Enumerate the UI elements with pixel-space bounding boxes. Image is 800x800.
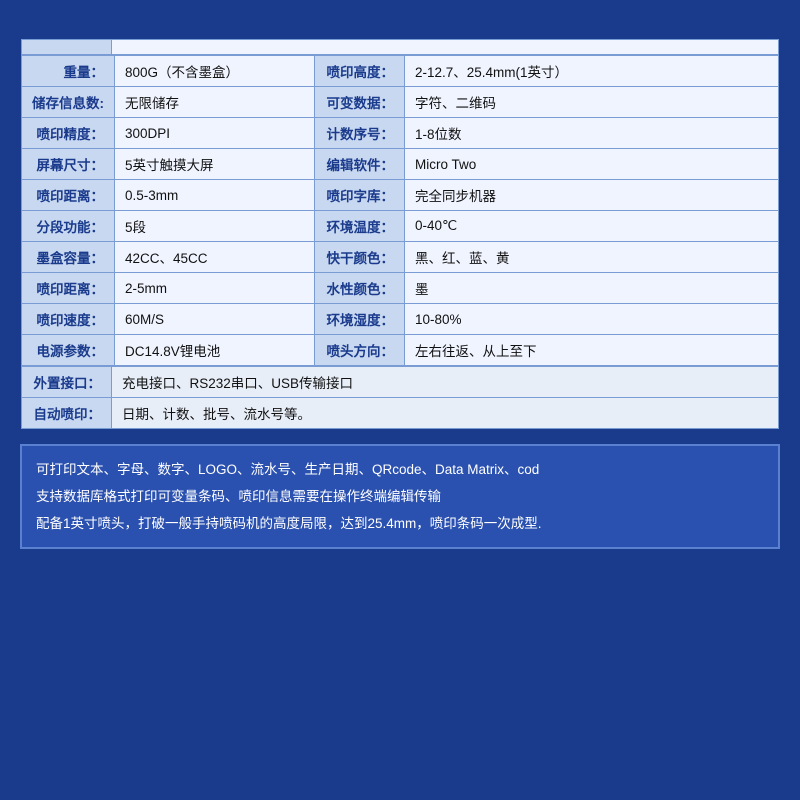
size-label <box>22 40 112 55</box>
left-value: 60M/S <box>115 304 315 335</box>
left-value: 5段 <box>115 211 315 242</box>
footer-line: 配备1英寸喷头，打破一般手持喷码机的高度局限，达到25.4mm，喷印条码一次成型… <box>36 510 764 537</box>
right-value: 2-12.7、25.4mm(1英寸） <box>405 56 779 87</box>
right-label: 喷印高度： <box>315 56 405 87</box>
table-row: 墨盒容量：42CC、45CC快干颜色：黑、红、蓝、黄 <box>22 242 779 273</box>
footer-box: 可打印文本、字母、数字、LOGO、流水号、生产日期、QRcode、Data Ma… <box>20 444 780 549</box>
right-label: 可变数据： <box>315 87 405 118</box>
table-row: 分段功能：5段环境温度：0-40℃ <box>22 211 779 242</box>
left-label: 喷印精度： <box>22 118 115 149</box>
left-value: 2-5mm <box>115 273 315 304</box>
table-row: 喷印速度：60M/S环境湿度：10-80% <box>22 304 779 335</box>
right-label: 水性颜色： <box>315 273 405 304</box>
left-label: 重量： <box>22 56 115 87</box>
table-row: 屏幕尺寸：5英寸触摸大屏编辑软件：Micro Two <box>22 149 779 180</box>
left-label: 电源参数： <box>22 335 115 366</box>
right-label: 快干颜色： <box>315 242 405 273</box>
bottom-row: 外置接口：充电接口、RS232串口、USB传输接口 <box>22 367 779 398</box>
right-value: 完全同步机器 <box>405 180 779 211</box>
bottom-row: 自动喷印：日期、计数、批号、流水号等。 <box>22 398 779 429</box>
right-value: 0-40℃ <box>405 211 779 242</box>
right-value: 墨 <box>405 273 779 304</box>
size-value <box>112 40 779 55</box>
right-value: Micro Two <box>405 149 779 180</box>
right-label: 喷头方向： <box>315 335 405 366</box>
table-row: 储存信息数:无限储存可变数据：字符、二维码 <box>22 87 779 118</box>
left-label: 分段功能： <box>22 211 115 242</box>
right-label: 环境温度： <box>315 211 405 242</box>
right-value: 字符、二维码 <box>405 87 779 118</box>
table-row: 喷印精度：300DPI计数序号：1-8位数 <box>22 118 779 149</box>
left-label: 喷印距离： <box>22 273 115 304</box>
right-label: 计数序号： <box>315 118 405 149</box>
right-value: 1-8位数 <box>405 118 779 149</box>
left-value: DC14.8V锂电池 <box>115 335 315 366</box>
footer-line: 可打印文本、字母、数字、LOGO、流水号、生产日期、QRcode、Data Ma… <box>36 456 764 483</box>
bottom-value: 充电接口、RS232串口、USB传输接口 <box>112 367 779 398</box>
footer-line: 支持数据库格式打印可变量条码、喷印信息需要在操作终端编辑传输 <box>36 483 764 510</box>
bottom-label: 外置接口： <box>22 367 112 398</box>
right-label: 喷印字库： <box>315 180 405 211</box>
right-label: 编辑软件： <box>315 149 405 180</box>
table-row: 电源参数：DC14.8V锂电池喷头方向：左右往返、从上至下 <box>22 335 779 366</box>
main-table: 重量：800G（不含墨盒）喷印高度：2-12.7、25.4mm(1英寸）储存信息… <box>20 38 780 430</box>
table-row: 重量：800G（不含墨盒）喷印高度：2-12.7、25.4mm(1英寸） <box>22 56 779 87</box>
left-label: 墨盒容量： <box>22 242 115 273</box>
right-value: 黑、红、蓝、黄 <box>405 242 779 273</box>
left-value: 无限储存 <box>115 87 315 118</box>
bottom-value: 日期、计数、批号、流水号等。 <box>112 398 779 429</box>
left-label: 储存信息数: <box>22 87 115 118</box>
table-row: 喷印距离：2-5mm水性颜色：墨 <box>22 273 779 304</box>
left-value: 800G（不含墨盒） <box>115 56 315 87</box>
table-row: 喷印距离：0.5-3mm喷印字库：完全同步机器 <box>22 180 779 211</box>
size-row <box>22 40 779 55</box>
left-value: 42CC、45CC <box>115 242 315 273</box>
left-label: 喷印速度： <box>22 304 115 335</box>
right-label: 环境湿度： <box>315 304 405 335</box>
left-value: 5英寸触摸大屏 <box>115 149 315 180</box>
left-label: 屏幕尺寸： <box>22 149 115 180</box>
left-value: 300DPI <box>115 118 315 149</box>
left-label: 喷印距离： <box>22 180 115 211</box>
right-value: 10-80% <box>405 304 779 335</box>
right-value: 左右往返、从上至下 <box>405 335 779 366</box>
bottom-label: 自动喷印： <box>22 398 112 429</box>
left-value: 0.5-3mm <box>115 180 315 211</box>
